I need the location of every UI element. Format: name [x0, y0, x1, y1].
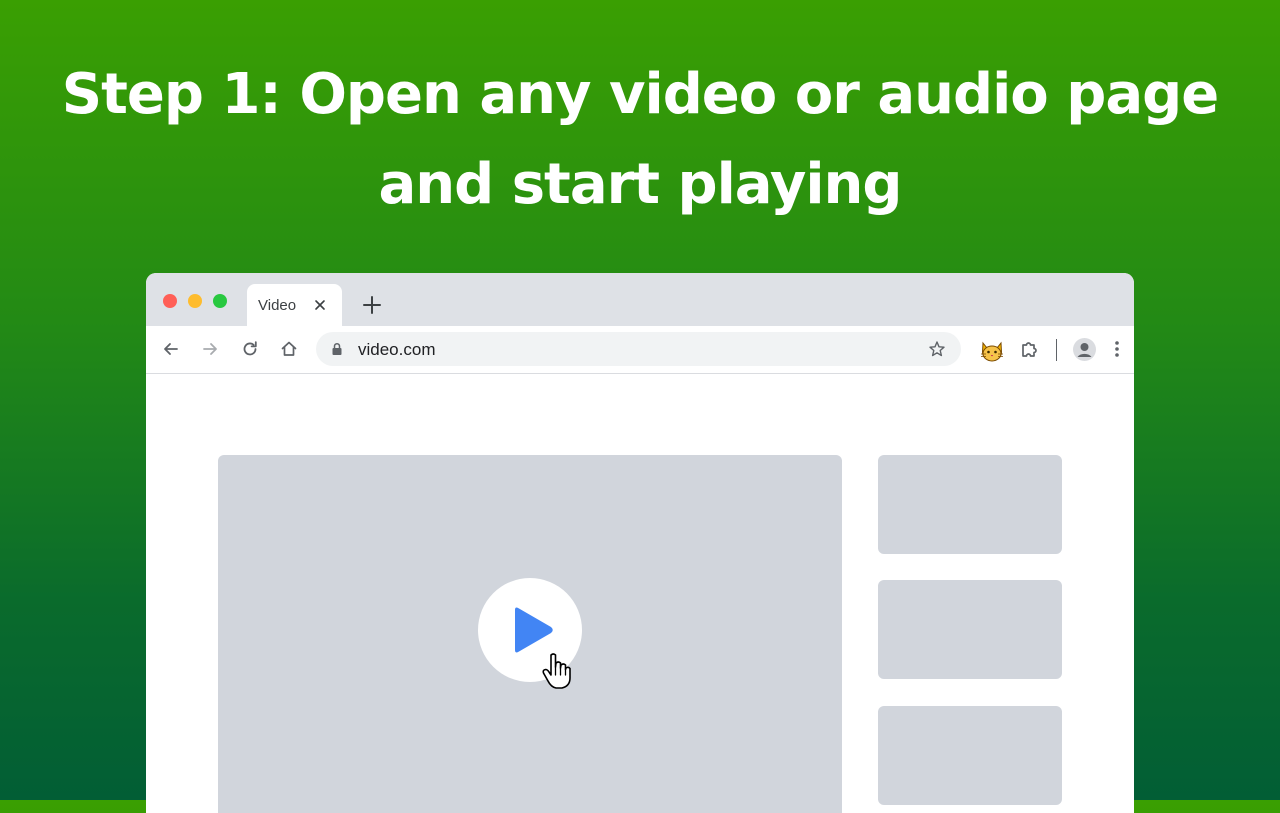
tab-video[interactable]: Video [247, 284, 342, 326]
window-close-button[interactable] [163, 294, 177, 308]
reload-icon[interactable] [240, 339, 260, 359]
arrow-left-icon[interactable] [161, 339, 181, 359]
toolbar: video.com [146, 326, 1134, 374]
home-icon[interactable] [279, 339, 299, 359]
sidebar-card[interactable] [878, 580, 1062, 679]
window-maximize-button[interactable] [213, 294, 227, 308]
address-bar[interactable]: video.com [316, 332, 961, 366]
cat-extension-icon[interactable] [979, 337, 1005, 363]
play-icon [515, 607, 553, 653]
plus-icon[interactable] [362, 295, 382, 315]
hand-pointer-icon [542, 653, 571, 689]
tab-title: Video [258, 297, 297, 314]
puzzle-icon[interactable] [1019, 339, 1039, 359]
headline: Step 1: Open any video or audio page and… [0, 50, 1280, 230]
toolbar-divider [1056, 339, 1057, 361]
sidebar-card[interactable] [878, 706, 1062, 805]
page-content [146, 374, 1134, 813]
sidebar-card[interactable] [878, 455, 1062, 554]
video-player[interactable] [218, 455, 842, 813]
star-icon[interactable] [928, 340, 946, 358]
headline-line-2: and start playing [378, 152, 902, 217]
url-text: video.com [358, 340, 436, 359]
avatar-icon[interactable] [1073, 338, 1096, 361]
browser-window: Video video.com [146, 273, 1134, 813]
close-icon[interactable] [313, 298, 327, 312]
more-vert-icon[interactable] [1109, 339, 1125, 359]
arrow-right-icon[interactable] [200, 339, 220, 359]
lock-icon [332, 342, 342, 355]
tab-bar: Video [146, 273, 1134, 326]
headline-line-1: Step 1: Open any video or audio page [61, 62, 1219, 127]
window-minimize-button[interactable] [188, 294, 202, 308]
